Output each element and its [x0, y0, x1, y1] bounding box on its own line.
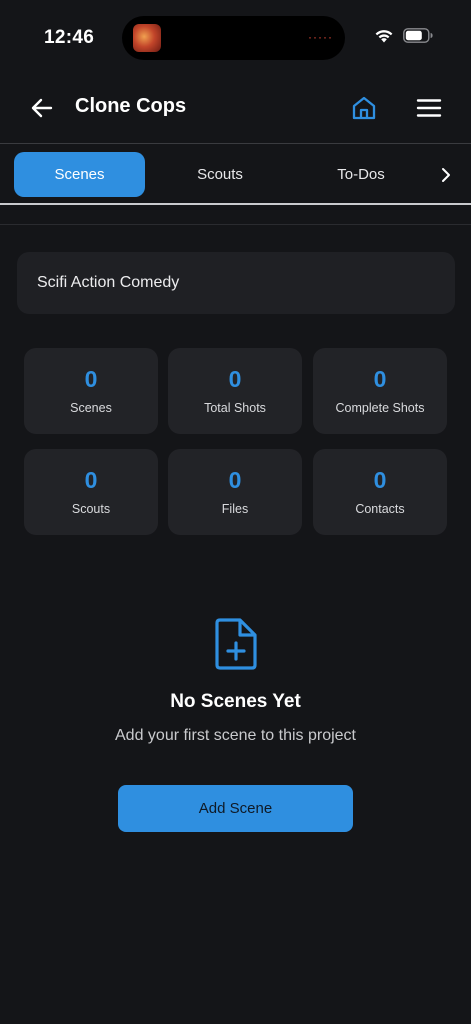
tab-scouts[interactable]: Scouts: [155, 152, 285, 197]
now-playing-artwork: [133, 24, 161, 52]
stat-value: 0: [84, 366, 98, 392]
stat-card-contacts: 0 Contacts: [313, 449, 447, 535]
tab-bar: Scenes Scouts To-Dos: [0, 145, 471, 205]
stat-value: 0: [373, 467, 387, 493]
stat-label: Scenes: [70, 401, 112, 415]
back-button[interactable]: [26, 92, 58, 124]
stat-value: 0: [228, 366, 242, 392]
stat-label: Scouts: [71, 502, 111, 516]
tab-todos[interactable]: To-Dos: [296, 152, 426, 197]
stat-card-complete-shots: 0 Complete Shots: [313, 348, 447, 434]
stat-label: Complete Shots: [335, 401, 425, 415]
file-plus-icon: [215, 618, 257, 670]
chevron-right-icon: [442, 168, 450, 182]
wifi-icon: [375, 30, 393, 43]
stat-card-files: 0 Files: [168, 449, 302, 535]
tab-scenes[interactable]: Scenes: [14, 152, 145, 197]
stat-value: 0: [84, 467, 98, 493]
project-genre: Scifi Action Comedy: [37, 274, 180, 291]
audio-waveform-icon: ·····: [308, 30, 333, 44]
page-title: Clone Cops: [75, 95, 187, 117]
status-time: 12:46: [44, 27, 95, 48]
app-header: Clone Cops: [0, 76, 471, 144]
arrow-left-icon: [31, 98, 53, 118]
tabs-scroll-right-button[interactable]: [432, 161, 460, 189]
add-scene-button[interactable]: Add Scene: [118, 785, 353, 832]
status-icons: [374, 28, 433, 43]
stat-card-scenes: 0 Scenes: [24, 348, 158, 434]
stat-label: Files: [221, 502, 249, 516]
home-icon: [352, 96, 376, 120]
project-genre-card: Scifi Action Comedy: [17, 252, 455, 314]
stat-value: 0: [228, 467, 242, 493]
stat-label: Total Shots: [204, 401, 266, 415]
stat-card-scouts: 0 Scouts: [24, 449, 158, 535]
battery-icon: [403, 28, 433, 43]
stat-label: Contacts: [355, 502, 405, 516]
empty-state-title: No Scenes Yet: [170, 691, 301, 712]
stat-value: 0: [373, 366, 387, 392]
dynamic-island: ·····: [122, 16, 345, 60]
empty-state-subtitle: Add your first scene to this project: [115, 727, 356, 744]
status-bar: 12:46 ·····: [0, 0, 471, 76]
home-button[interactable]: [347, 91, 381, 125]
stat-card-total-shots: 0 Total Shots: [168, 348, 302, 434]
section-divider: [0, 224, 471, 225]
hamburger-menu-icon: [416, 99, 442, 117]
menu-button[interactable]: [413, 91, 445, 125]
